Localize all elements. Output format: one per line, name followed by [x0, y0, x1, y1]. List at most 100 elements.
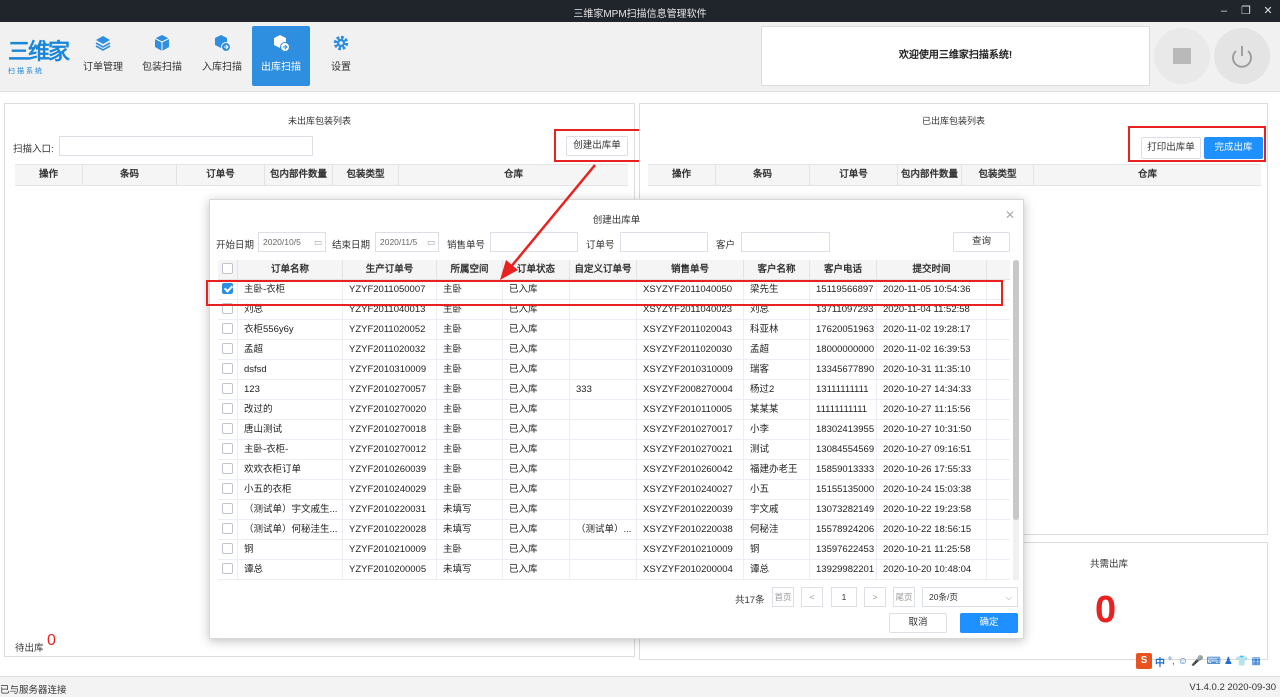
- sales-order-cell: XSYZYF2010260042: [637, 460, 744, 479]
- production-order-cell: YZYF2011020052: [343, 320, 437, 339]
- order-name-cell: 孟超: [238, 340, 343, 359]
- row-checkbox[interactable]: [222, 562, 233, 574]
- tools-icon[interactable]: ♟: [1224, 656, 1233, 667]
- nav-package-scan[interactable]: 包装扫描: [133, 26, 191, 86]
- status-bar: 已与服务器连接 V1.4.0.2 2020-09-30: [0, 676, 1280, 697]
- page-number-input[interactable]: 1: [831, 587, 857, 607]
- submit-time-cell: 2020-10-20 10:48:04: [877, 560, 987, 579]
- order-number-input[interactable]: [620, 232, 708, 252]
- status-cell: 已入库: [503, 500, 570, 519]
- query-button[interactable]: 查询: [953, 232, 1010, 252]
- customer-name-cell: 科亚林: [744, 320, 810, 339]
- sogou-icon[interactable]: S: [1136, 653, 1152, 669]
- box-out-icon: [274, 35, 290, 52]
- table-row[interactable]: 改过的 YZYF2010270020 主卧 已入库 XSYZYF2010110005 某某…: [218, 400, 1010, 420]
- nav-settings[interactable]: 设置: [312, 26, 370, 86]
- table-row[interactable]: 小五的衣柜 YZYF2010240029 主卧 已入库 XSYZYF2010240027…: [218, 480, 1010, 500]
- menu-grid-icon[interactable]: ▦: [1251, 656, 1260, 667]
- keyboard-icon[interactable]: ⌨: [1206, 656, 1220, 667]
- column-header: 包装类型: [333, 165, 399, 185]
- panel-title: 未出库包装列表: [287, 116, 351, 126]
- table-row[interactable]: 铜 YZYF2010210009 主卧 已入库 XSYZYF2010210009 铜 135…: [218, 540, 1010, 560]
- customer-input[interactable]: [741, 232, 830, 252]
- production-order-cell: YZYF2010310009: [343, 360, 437, 379]
- avatar[interactable]: [1154, 28, 1210, 84]
- chinese-mode-icon[interactable]: 中: [1155, 654, 1165, 669]
- skin-icon[interactable]: 👕: [1236, 656, 1248, 667]
- row-checkbox[interactable]: [222, 342, 233, 354]
- table-row[interactable]: 孟超 YZYF2011020032 主卧 已入库 XSYZYF2011020030 孟超 1…: [218, 340, 1010, 360]
- order-name-cell: 唐山测试: [238, 420, 343, 439]
- restore-button[interactable]: ❐: [1236, 3, 1256, 19]
- table-row[interactable]: dsfsd YZYF2010310009 主卧 已入库 XSYZYF2010310009…: [218, 360, 1010, 380]
- space-cell: 主卧: [437, 540, 503, 559]
- row-checkbox[interactable]: [222, 462, 233, 474]
- table-row[interactable]: 唐山测试 YZYF2010270018 主卧 已入库 XSYZYF2010270017 小…: [218, 420, 1010, 440]
- nav-outbound-scan[interactable]: 出库扫描: [252, 26, 310, 86]
- highlight-create-button: [554, 129, 641, 162]
- first-page-button[interactable]: 首页: [772, 587, 794, 607]
- production-order-cell: YZYF2010260039: [343, 460, 437, 479]
- customer-phone-cell: 17620051963: [810, 320, 877, 339]
- gear-icon: [333, 35, 349, 51]
- customer-phone-cell: 13111111111: [810, 380, 877, 399]
- start-date-input[interactable]: 2020/10/5 ▭: [258, 232, 326, 252]
- close-window-button[interactable]: ✕: [1258, 3, 1278, 19]
- nav-inbound-scan[interactable]: 入库扫描: [193, 26, 251, 86]
- status-cell: 已入库: [503, 380, 570, 399]
- sales-order-cell: XSYZYF2008270004: [637, 380, 744, 399]
- emoji-icon[interactable]: ☺: [1178, 656, 1188, 667]
- row-checkbox[interactable]: [222, 422, 233, 434]
- row-select-cell: [218, 480, 238, 499]
- row-checkbox[interactable]: [222, 502, 233, 514]
- prev-page-button[interactable]: <: [801, 587, 823, 607]
- punctuation-icon[interactable]: °,: [1168, 656, 1175, 667]
- status-cell: 已入库: [503, 420, 570, 439]
- end-date-input[interactable]: 2020/11/5 ▭: [375, 232, 439, 252]
- status-cell: 已入库: [503, 360, 570, 379]
- page-size-select[interactable]: 20条/页 ⌵: [922, 587, 1018, 607]
- row-checkbox[interactable]: [222, 482, 233, 494]
- confirm-button[interactable]: 确定: [960, 613, 1018, 633]
- table-row[interactable]: 谭总 YZYF2010200005 未填写 已入库 XSYZYF2010200004 谭总…: [218, 560, 1010, 580]
- nav-order-management[interactable]: 订单管理: [74, 26, 132, 86]
- row-checkbox[interactable]: [222, 382, 233, 394]
- select-all-checkbox[interactable]: [222, 262, 233, 274]
- microphone-icon[interactable]: 🎤: [1191, 656, 1203, 667]
- scan-input[interactable]: [59, 136, 313, 156]
- highlight-action-buttons: [1128, 126, 1266, 162]
- sales-order-cell: XSYZYF2010220039: [637, 500, 744, 519]
- dialog-close-button[interactable]: ✕: [1005, 208, 1015, 222]
- table-row[interactable]: 衣柜556y6y YZYF2011020052 主卧 已入库 XSYZYF2011020…: [218, 320, 1010, 340]
- scrollbar-thumb[interactable]: [1013, 260, 1019, 520]
- row-checkbox[interactable]: [222, 402, 233, 414]
- table-row[interactable]: 欢欢衣柜订单 YZYF2010260039 主卧 已入库 XSYZYF201026004…: [218, 460, 1010, 480]
- row-checkbox[interactable]: [222, 522, 233, 534]
- status-cell: 已入库: [503, 440, 570, 459]
- table-row[interactable]: （测试单）宇文戚生... YZYF2010220031 未填写 已入库 XSYZYF20…: [218, 500, 1010, 520]
- custom-order-cell: （测试单）...: [570, 520, 637, 539]
- custom-order-cell: [570, 500, 637, 519]
- row-checkbox[interactable]: [222, 322, 233, 334]
- window-title: 三维家MPM扫描信息管理软件: [573, 9, 707, 20]
- column-header: 操作: [15, 165, 83, 185]
- table-row[interactable]: （测试单）何秘洼生... YZYF2010220028 未填写 已入库 （测试单）...…: [218, 520, 1010, 540]
- table-row[interactable]: 123 YZYF2010270057 主卧 已入库 333 XSYZYF200827000…: [218, 380, 1010, 400]
- last-page-button[interactable]: 尾页: [893, 587, 915, 607]
- welcome-message: 欢迎使用三维家扫描系统!: [761, 26, 1150, 86]
- row-checkbox[interactable]: [222, 442, 233, 454]
- customer-phone-cell: 13345677890: [810, 360, 877, 379]
- next-page-button[interactable]: >: [864, 587, 886, 607]
- minimize-button[interactable]: –: [1214, 3, 1234, 19]
- nav-label: 订单管理: [83, 62, 123, 73]
- grid-scrollbar[interactable]: [1013, 260, 1019, 580]
- table-row[interactable]: 主卧-衣柜- YZYF2010270012 主卧 已入库 XSYZYF201027002…: [218, 440, 1010, 460]
- customer-name-cell: 杨过2: [744, 380, 810, 399]
- production-order-cell: YZYF2010270057: [343, 380, 437, 399]
- row-checkbox[interactable]: [222, 542, 233, 554]
- cancel-button[interactable]: 取消: [889, 613, 947, 633]
- power-button[interactable]: [1214, 28, 1270, 84]
- logo-subtext: 扫描系统: [8, 68, 44, 75]
- grid-body: 主卧-衣柜 YZYF2011050007 主卧 已入库 XSYZYF2011040050…: [218, 280, 1010, 580]
- row-checkbox[interactable]: [222, 362, 233, 374]
